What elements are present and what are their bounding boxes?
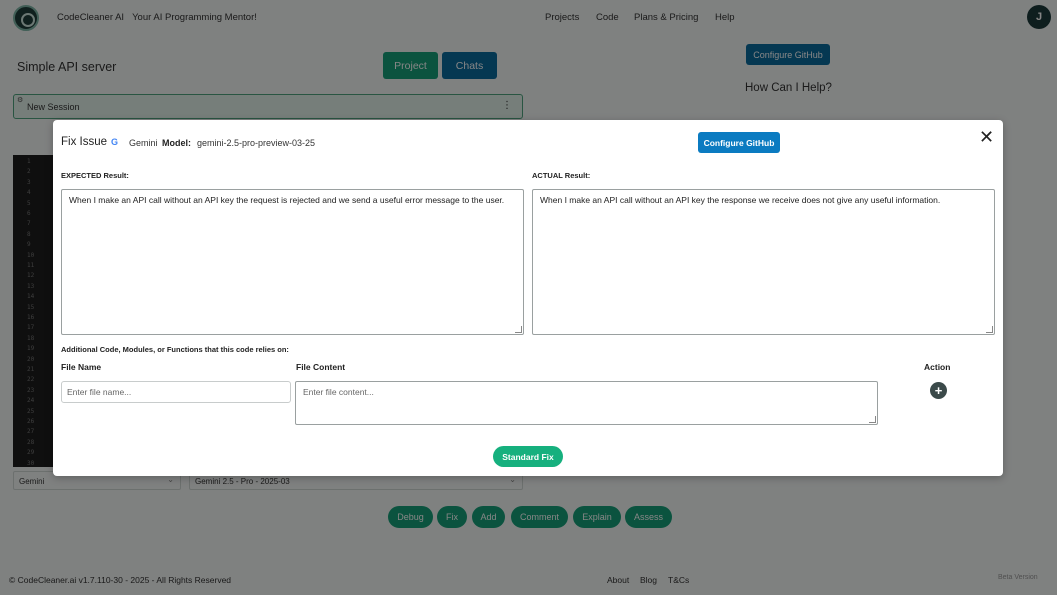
action-header: Action: [924, 362, 951, 372]
file-content-header: File Content: [296, 362, 346, 372]
resize-handle-icon[interactable]: [986, 326, 993, 333]
configure-github-button[interactable]: Configure GitHub: [698, 132, 780, 153]
resize-handle-icon[interactable]: [515, 326, 522, 333]
model-value: gemini-2.5-pro-preview-03-25: [197, 138, 316, 148]
modal-title: Fix Issue: [61, 136, 108, 148]
expected-result-text: When I make an API call without an API k…: [69, 195, 505, 205]
add-file-icon[interactable]: +: [930, 382, 947, 399]
model-key-label: Model:: [162, 138, 191, 148]
actual-label: ACTUAL Result:: [532, 171, 591, 180]
file-name-header: File Name: [61, 362, 102, 372]
modal-provider: Gemini: [129, 138, 158, 148]
expected-label: EXPECTED Result:: [61, 171, 129, 180]
google-icon: G: [111, 137, 119, 147]
file-content-placeholder: Enter file content...: [303, 387, 374, 397]
expected-result-textarea[interactable]: When I make an API call without an API k…: [61, 189, 524, 335]
standard-fix-button[interactable]: Standard Fix: [493, 446, 563, 467]
actual-result-text: When I make an API call without an API k…: [540, 195, 941, 205]
additional-code-label: Additional Code, Modules, or Functions t…: [61, 345, 289, 354]
resize-handle-icon[interactable]: [869, 416, 876, 423]
file-content-input[interactable]: Enter file content...: [295, 381, 878, 425]
close-icon[interactable]: ✕: [979, 127, 994, 147]
file-name-input[interactable]: Enter file name...: [61, 381, 291, 403]
fix-issue-modal: Fix Issue G Gemini Model: gemini-2.5-pro…: [53, 120, 1003, 476]
actual-result-textarea[interactable]: When I make an API call without an API k…: [532, 189, 995, 335]
